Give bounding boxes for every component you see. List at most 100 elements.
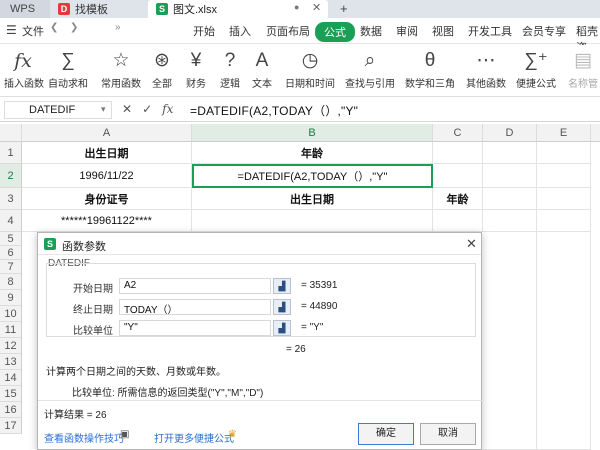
arg-input-start-date[interactable]: A2 [119,278,271,294]
cell-a2[interactable]: 1996/11/22 [22,164,192,188]
column-e-blank[interactable] [537,232,591,450]
select-all-corner[interactable] [0,124,22,142]
cell-a3[interactable]: 身份证号 [22,188,192,210]
column-header-e[interactable]: E [537,124,591,142]
row-header[interactable]: 1 [0,142,22,164]
cell-d2[interactable] [483,164,537,188]
menu-formula[interactable]: 公式 [315,22,355,42]
menu-page-layout[interactable]: 页面布局 [266,23,310,39]
row-header[interactable]: 8 [0,274,22,290]
row-header[interactable]: 5 [0,232,22,246]
cell-e4[interactable] [537,210,591,232]
lookup-button[interactable]: ⌕ 查找与引用 [344,49,396,90]
formula-input[interactable]: =DATEDIF(A2,TODAY（）,"Y" [190,102,358,119]
menu-view[interactable]: 视图 [432,23,454,39]
column-header-b[interactable]: B [192,124,433,142]
row-header[interactable]: 16 [0,402,22,418]
row-header[interactable]: 14 [0,370,22,386]
row-header[interactable]: 15 [0,386,22,402]
row-header[interactable]: 12 [0,338,22,354]
autosum-button[interactable]: ∑ 自动求和 [48,49,88,90]
cell-d3[interactable] [483,188,537,210]
arg-input-unit[interactable]: "Y" [119,320,271,336]
menu-file[interactable]: 文件 [22,23,44,39]
row-header[interactable]: 11 [0,322,22,338]
menu-insert[interactable]: 插入 [229,23,251,39]
cell-b1[interactable]: 年龄 [192,142,433,164]
tab-wps[interactable]: WPS [0,0,50,18]
close-icon[interactable]: ✕ [466,236,477,252]
column-header-d[interactable]: D [483,124,537,142]
cell-b3[interactable]: 出生日期 [192,188,433,210]
arg-result: = "Y" [301,322,324,333]
help-link[interactable]: 查看函数操作技巧 [44,430,124,445]
row-header[interactable]: 2 [0,164,22,188]
cell-b4[interactable] [192,210,433,232]
other-functions-button[interactable]: ⋯ 其他函数 [464,49,508,90]
range-select-icon[interactable]: ▟ [273,299,291,315]
cell-d1[interactable] [483,142,537,164]
insert-function-button[interactable]: fx 插入函数 [4,49,44,90]
cell-e3[interactable] [537,188,591,210]
fx-icon[interactable]: fx [162,102,173,116]
tab-template[interactable]: D 找模板 [50,0,140,18]
column-header-c[interactable]: C [433,124,483,142]
menu-member[interactable]: 会员专享 [522,23,566,39]
row-header[interactable]: 13 [0,354,22,370]
name-box[interactable]: DATEDIF ▾ [4,101,112,119]
cell-d4[interactable] [483,210,537,232]
math-trig-button[interactable]: θ 数学和三角 [404,49,456,90]
column-header-a[interactable]: A [22,124,192,142]
column-d-blank[interactable] [483,232,537,450]
close-tab-icon[interactable]: ✕ [312,1,321,14]
datetime-button[interactable]: ◷ 日期和时间 [284,49,336,90]
ribbon-label: 逻辑 [220,79,240,90]
cancel-button[interactable]: 取消 [420,423,476,445]
tab-file[interactable]: S 图文.xlsx ● ✕ [148,0,328,18]
cell-c2[interactable] [433,164,483,188]
common-functions-button[interactable]: ☆ 常用函数 [98,49,144,90]
cell-c1[interactable] [433,142,483,164]
row-header[interactable]: 3 [0,188,22,210]
cell-a4[interactable]: ******19961122**** [22,210,192,232]
arg-label: 开始日期 [73,284,113,295]
menu-dev-tools[interactable]: 开发工具 [468,23,512,39]
sigma-plus-icon: ∑⁺ [524,50,548,71]
quick-formula-button[interactable]: ∑⁺ 便捷公式 [514,49,558,90]
text-icon: A [255,50,269,71]
cell-b2-active[interactable]: =DATEDIF(A2,TODAY（）,"Y" [192,164,433,188]
row-header[interactable]: 9 [0,290,22,306]
logical-button[interactable]: ? 逻辑 [218,49,242,90]
range-select-icon[interactable]: ▟ [273,278,291,294]
name-manager-button[interactable]: ▤ 名称管 [566,49,600,90]
ok-button[interactable]: 确定 [358,423,414,445]
hamburger-icon[interactable]: ☰ [6,23,17,37]
row-header[interactable]: 17 [0,418,22,434]
row-header[interactable]: 6 [0,246,22,260]
video-icon[interactable]: ▣ [120,429,129,440]
column-header-f[interactable] [591,124,600,142]
row-header[interactable]: 7 [0,260,22,274]
cancel-formula-icon[interactable]: ✕ [122,102,132,116]
financial-button[interactable]: ¥ 财务 [184,49,208,90]
confirm-formula-icon[interactable]: ✓ [142,102,152,116]
all-functions-button[interactable]: ⊛ 全部 [150,49,174,90]
menu-review[interactable]: 审阅 [396,23,418,39]
menu-data[interactable]: 数据 [360,23,382,39]
cell-e1[interactable] [537,142,591,164]
row-header[interactable]: 10 [0,306,22,322]
cell-a1[interactable]: 出生日期 [22,142,192,164]
text-button[interactable]: A 文本 [250,49,274,90]
cell-e2[interactable] [537,164,591,188]
chevron-down-icon[interactable]: ▾ [101,104,106,115]
range-select-icon[interactable]: ▟ [273,320,291,336]
arg-input-end-date[interactable]: TODAY（） [119,299,271,316]
menu-home[interactable]: 开始 [193,23,215,39]
cell-c4[interactable] [433,210,483,232]
formula-bar: DATEDIF ▾ ✕ ✓ fx =DATEDIF(A2,TODAY（）,"Y" [0,98,600,122]
more-formulas-link[interactable]: 打开更多便捷公式 [154,430,234,445]
cell-c3[interactable]: 年龄 [433,188,483,210]
arg-value: A2 [124,280,137,291]
row-header[interactable]: 4 [0,210,22,232]
new-tab-button[interactable]: + [340,1,348,16]
